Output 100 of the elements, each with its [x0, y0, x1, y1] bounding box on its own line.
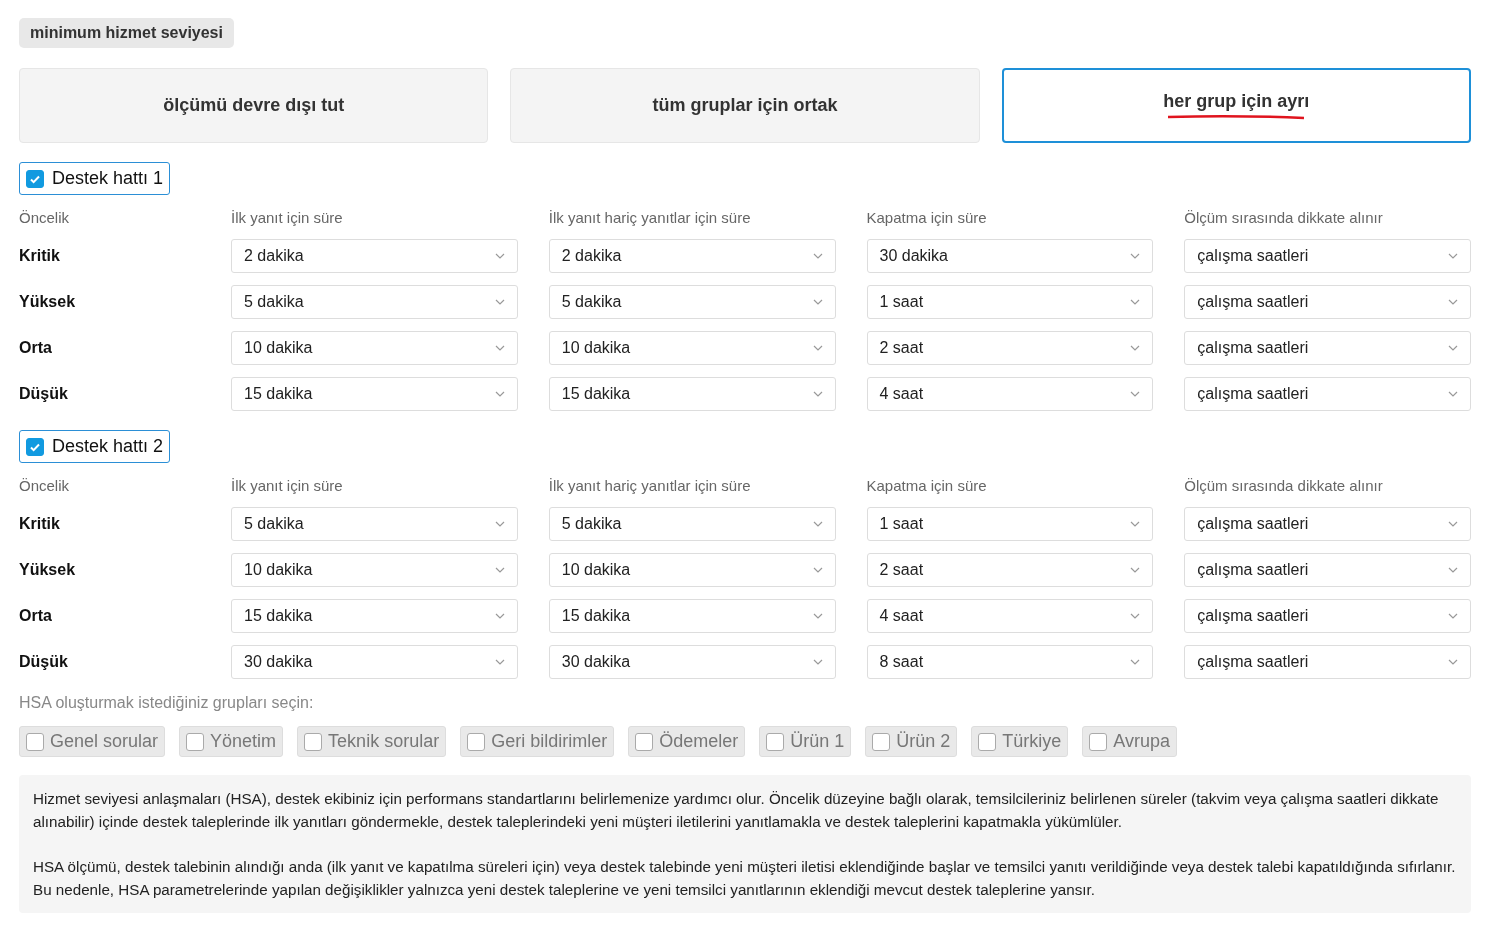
- chevron-down-icon: [1130, 299, 1141, 305]
- checkbox[interactable]: [766, 732, 785, 751]
- dropdown[interactable]: çalışma saatleri: [1184, 377, 1471, 411]
- chevron-down-icon: [1130, 391, 1141, 397]
- group-option[interactable]: Ürün 1: [759, 726, 852, 757]
- chevron-down-icon: [494, 521, 505, 527]
- chevron-down-icon: [812, 253, 823, 259]
- checkbox[interactable]: [26, 437, 44, 456]
- dropdown[interactable]: çalışma saatleri: [1184, 331, 1471, 365]
- dropdown[interactable]: çalışma saatleri: [1184, 645, 1471, 679]
- checkbox[interactable]: [26, 169, 44, 188]
- priority-label: Düşük: [19, 653, 69, 671]
- dropdown[interactable]: 30 dakika: [548, 645, 836, 679]
- group-option[interactable]: Genel sorular: [19, 726, 166, 757]
- mode-option[interactable]: tüm gruplar için ortak: [510, 68, 980, 143]
- dropdown[interactable]: 30 dakika: [866, 239, 1154, 273]
- info-paragraph: Hizmet seviyesi anlaşmaları (HSA), destek ekibiniz için performans standartlarını belirlemenize yardımcı olur. Öncelik düzeyine bağlı olarak, temsilcileriniz belirlenen süreler (takvim veya çalışma saatleri dikkate alınabilir) içinde destek taleplerinde ilk yanıtları göndermekle, destek taleplerindeki yeni müşteri iletilerini yanıtlamakla ve destek taleplerini kapatmakla yükümlüler.: [33, 789, 1440, 832]
- chevron-down-icon: [494, 567, 505, 573]
- chevron-down-icon: [1448, 345, 1458, 351]
- chevron-down-icon: [812, 391, 823, 397]
- dropdown[interactable]: 15 dakika: [548, 599, 836, 633]
- dropdown[interactable]: 10 dakika: [548, 331, 836, 365]
- chevron-down-icon: [494, 613, 505, 619]
- chevron-down-icon: [494, 659, 505, 665]
- column-header: İlk yanıt için süre: [231, 209, 344, 226]
- dropdown[interactable]: 15 dakika: [231, 599, 518, 633]
- info-paragraph: HSA ölçümü, destek talebinin alındığı anda (ilk yanıt ve kapatılma süreleri için) veya destek talebinde yeni müşteri iletisi eklendiğinde başlar ve temsilci yanıtı verildiğinde veya destek talebi kapatıldığında sıfırlanır. Bu nedenle, HSA parametrelerinde yapılan değişiklikler yalnızca yeni destek taleplerine ve yeni temsilci yanıtlarının eklendiği mevcut destek taleplerine yansır.: [33, 857, 1457, 900]
- dropdown[interactable]: 4 saat: [866, 599, 1154, 633]
- column-header: Kapatma için süre: [866, 209, 988, 226]
- chevron-down-icon: [1130, 521, 1141, 527]
- group-option[interactable]: Avrupa: [1082, 726, 1177, 757]
- dropdown[interactable]: 8 saat: [866, 645, 1154, 679]
- checkbox[interactable]: [304, 732, 323, 751]
- priority-label: Orta: [19, 339, 53, 357]
- mode-option[interactable]: ölçümü devre dışı tut: [19, 68, 489, 143]
- group-name: Destek hattı 1: [52, 168, 164, 189]
- chevron-down-icon: [1130, 659, 1141, 665]
- section-label: minimum hizmet seviyesi: [19, 18, 234, 48]
- mode-option[interactable]: her grup için ayrı: [1001, 68, 1471, 143]
- chevron-down-icon: [812, 345, 823, 351]
- dropdown[interactable]: 15 dakika: [231, 377, 518, 411]
- dropdown[interactable]: 2 saat: [866, 331, 1154, 365]
- dropdown[interactable]: 5 dakika: [231, 285, 518, 319]
- chevron-down-icon: [1448, 659, 1458, 665]
- dropdown[interactable]: 15 dakika: [548, 377, 836, 411]
- checkbox[interactable]: [978, 732, 997, 751]
- group-option[interactable]: Ödemeler: [628, 726, 746, 757]
- dropdown[interactable]: çalışma saatleri: [1184, 239, 1471, 273]
- group-option[interactable]: Yönetim: [179, 726, 284, 757]
- group-picker-label: HSA oluşturmak istediğiniz grupları seçin:: [19, 694, 315, 712]
- chevron-down-icon: [1448, 613, 1458, 619]
- group-checkbox[interactable]: Destek hattı 1: [19, 162, 171, 195]
- chevron-down-icon: [812, 567, 823, 573]
- priority-label: Düşük: [19, 385, 69, 403]
- dropdown[interactable]: 5 dakika: [231, 507, 518, 541]
- dropdown[interactable]: çalışma saatleri: [1184, 507, 1471, 541]
- dropdown[interactable]: 10 dakika: [231, 553, 518, 587]
- priority-label: Kritik: [19, 247, 61, 265]
- chevron-down-icon: [1448, 391, 1458, 397]
- dropdown[interactable]: 5 dakika: [548, 507, 836, 541]
- dropdown[interactable]: 4 saat: [866, 377, 1154, 411]
- checkbox[interactable]: [872, 732, 891, 751]
- chevron-down-icon: [1448, 253, 1458, 259]
- dropdown[interactable]: 2 dakika: [548, 239, 836, 273]
- chevron-down-icon: [1448, 567, 1458, 573]
- group-option[interactable]: Türkiye: [971, 726, 1069, 757]
- dropdown[interactable]: 5 dakika: [548, 285, 836, 319]
- dropdown[interactable]: 30 dakika: [231, 645, 518, 679]
- dropdown[interactable]: 2 dakika: [231, 239, 518, 273]
- chevron-down-icon: [812, 659, 823, 665]
- dropdown[interactable]: 2 saat: [866, 553, 1154, 587]
- priority-label: Kritik: [19, 515, 61, 533]
- group-option[interactable]: Teknik sorular: [297, 726, 447, 757]
- column-header: Ölçüm sırasında dikkate alınır: [1184, 477, 1384, 494]
- chevron-down-icon: [812, 299, 823, 305]
- group-option[interactable]: Geri bildirimler: [460, 726, 615, 757]
- dropdown[interactable]: 1 saat: [866, 507, 1154, 541]
- dropdown[interactable]: çalışma saatleri: [1184, 599, 1471, 633]
- priority-label: Yüksek: [19, 561, 77, 579]
- chevron-down-icon: [1130, 613, 1141, 619]
- chevron-down-icon: [1448, 299, 1458, 305]
- group-checkbox[interactable]: Destek hattı 2: [19, 430, 171, 463]
- chevron-down-icon: [494, 253, 505, 259]
- chevron-down-icon: [494, 345, 505, 351]
- priority-label: Orta: [19, 607, 53, 625]
- checkbox[interactable]: [1089, 732, 1108, 751]
- group-option[interactable]: Ürün 2: [865, 726, 958, 757]
- checkbox[interactable]: [635, 732, 654, 751]
- dropdown[interactable]: çalışma saatleri: [1184, 553, 1471, 587]
- group-name: Destek hattı 2: [52, 436, 164, 457]
- checkbox[interactable]: [26, 732, 44, 751]
- dropdown[interactable]: 1 saat: [866, 285, 1154, 319]
- chevron-down-icon: [812, 521, 823, 527]
- dropdown[interactable]: çalışma saatleri: [1184, 285, 1471, 319]
- dropdown[interactable]: 10 dakika: [231, 331, 518, 365]
- checkbox[interactable]: [467, 732, 486, 751]
- dropdown[interactable]: 10 dakika: [548, 553, 836, 587]
- chevron-down-icon: [1130, 345, 1141, 351]
- checkbox[interactable]: [186, 732, 205, 751]
- priority-label: Yüksek: [19, 293, 77, 311]
